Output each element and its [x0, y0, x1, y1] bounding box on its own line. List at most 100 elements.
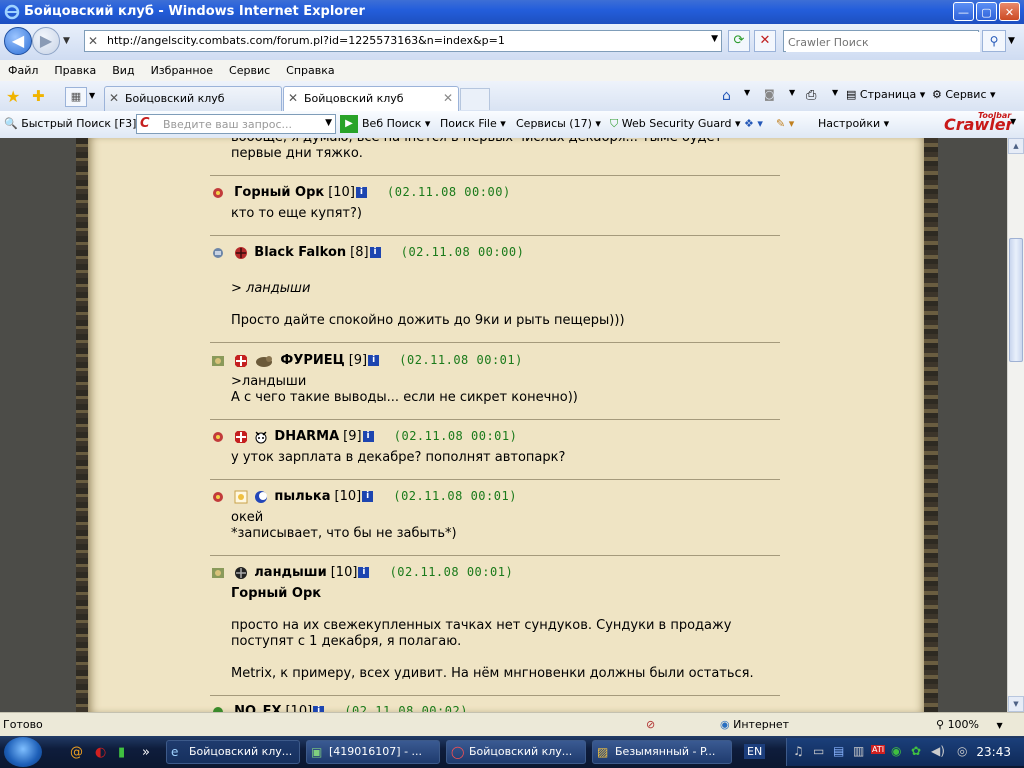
security-button[interactable]: ⛉ Web Security Guard ▾: [610, 117, 740, 131]
forward-button[interactable]: ▶: [32, 27, 60, 55]
clan-emblem-icon[interactable]: [210, 705, 226, 713]
volume-icon[interactable]: ◀): [931, 744, 945, 758]
tab-2[interactable]: ✕ Бойцовский клуб ✕: [283, 86, 459, 111]
feeds-icon[interactable]: ◙: [764, 88, 775, 101]
zoom-control[interactable]: ⚲ 100% ▼: [936, 718, 1003, 731]
maximize-button[interactable]: ▢: [976, 2, 997, 21]
author-nick[interactable]: пылька: [274, 489, 330, 504]
menu-view[interactable]: Вид: [104, 60, 142, 81]
web-search-button[interactable]: Веб Поиск ▾: [362, 117, 430, 130]
print-icon[interactable]: ⎙: [806, 88, 816, 103]
author-nick[interactable]: Горный Орк: [234, 185, 324, 200]
zoom-dropdown-icon[interactable]: ▼: [997, 721, 1003, 730]
quicklaunch-more-icon[interactable]: »: [142, 745, 150, 760]
tray-printer-icon[interactable]: ▥: [853, 744, 864, 758]
search-options-icon[interactable]: ▼: [1008, 36, 1015, 46]
tray-network-icon[interactable]: ▤: [833, 744, 844, 758]
home-icon[interactable]: ⌂: [722, 88, 731, 104]
crawler-query-box[interactable]: C Введите ваш запрос... ▼: [136, 114, 336, 134]
url-field[interactable]: ✕ http://angelscity.combats.com/forum.pl…: [84, 30, 722, 52]
clan-emblem-icon[interactable]: [210, 354, 226, 368]
info-icon[interactable]: i: [368, 355, 380, 366]
author-nick[interactable]: NO_FX: [234, 704, 281, 712]
favorites-star-icon[interactable]: ★: [6, 87, 20, 106]
tray-monitor-icon[interactable]: ▭: [813, 744, 824, 758]
clan-emblem-icon[interactable]: [210, 430, 226, 444]
search-input[interactable]: [786, 32, 980, 52]
pet-icon[interactable]: [254, 354, 274, 368]
popup-blocker-icon[interactable]: ⊘: [646, 718, 655, 731]
sun-icon[interactable]: [234, 490, 248, 504]
alignment-icon[interactable]: [234, 430, 248, 444]
info-icon[interactable]: i: [362, 431, 374, 442]
back-button[interactable]: ◀: [4, 27, 32, 55]
menu-tools[interactable]: Сервис: [221, 60, 278, 81]
info-icon[interactable]: i: [355, 187, 367, 198]
alignment-icon[interactable]: [234, 246, 248, 260]
settings-button[interactable]: Настройки ▾: [818, 117, 889, 130]
author-nick[interactable]: ФУРИЕЦ: [280, 353, 344, 368]
task-ie[interactable]: e Бойцовский клу...: [166, 740, 300, 764]
menu-favorites[interactable]: Избранное: [143, 60, 221, 81]
task-icq[interactable]: ▣ [419016107] - ...: [306, 740, 440, 764]
new-tab-button[interactable]: [460, 88, 490, 110]
demon-face-icon[interactable]: [254, 430, 268, 444]
stop-button[interactable]: ✕: [754, 30, 776, 52]
clan-emblem-icon[interactable]: [210, 490, 226, 504]
broom-icon[interactable]: ✎ ▾: [776, 117, 794, 130]
tab-1[interactable]: ✕ Бойцовский клуб: [104, 86, 282, 111]
play-icon[interactable]: ▶: [340, 115, 358, 133]
search-button[interactable]: ⚲: [982, 30, 1006, 52]
tools-menu[interactable]: ⚙ Сервис ▾: [932, 88, 996, 101]
search-box[interactable]: [783, 30, 980, 52]
url-dropdown-icon[interactable]: ▼: [711, 34, 718, 44]
quicklaunch-at-icon[interactable]: @: [70, 745, 83, 760]
author-nick[interactable]: Black Falkon: [254, 245, 346, 260]
author-nick[interactable]: DHARMA: [274, 429, 339, 444]
language-indicator[interactable]: EN: [744, 744, 766, 759]
scroll-thumb[interactable]: [1009, 238, 1023, 362]
security-zone[interactable]: ◉ Интернет: [720, 718, 789, 731]
info-icon[interactable]: i: [369, 247, 381, 258]
menu-edit[interactable]: Правка: [46, 60, 104, 81]
moon-icon[interactable]: [254, 490, 268, 504]
toolbar-dropdown-icon[interactable]: ▼: [1010, 117, 1016, 126]
tab-list-dropdown-icon[interactable]: ▼: [89, 91, 95, 100]
tray-wifi-icon[interactable]: ◎: [957, 744, 967, 758]
quick-search-button[interactable]: 🔍 Быстрый Поиск [F3]: [4, 117, 136, 130]
feeds-dropdown-icon[interactable]: ▼: [789, 88, 795, 97]
minimize-button[interactable]: —: [953, 2, 974, 21]
weather-icon[interactable]: ❖ ▾: [744, 117, 763, 130]
print-dropdown-icon[interactable]: ▼: [832, 88, 838, 97]
alignment-icon[interactable]: [234, 566, 248, 580]
quicklaunch-opera-icon[interactable]: ◐: [95, 745, 106, 760]
quicklaunch-app-icon[interactable]: ▮: [118, 745, 125, 760]
menu-help[interactable]: Справка: [278, 60, 342, 81]
close-button[interactable]: ✕: [999, 2, 1020, 21]
tray-ati-icon[interactable]: ATI: [871, 745, 886, 754]
clan-emblem-icon[interactable]: [210, 246, 226, 260]
info-icon[interactable]: i: [362, 491, 374, 502]
task-opera[interactable]: ◯ Бойцовский клу...: [446, 740, 586, 764]
clock[interactable]: 23:43: [976, 745, 1011, 759]
start-button[interactable]: [4, 737, 42, 767]
history-dropdown-icon[interactable]: ▼: [63, 36, 70, 46]
scroll-down-icon[interactable]: ▼: [1008, 696, 1024, 712]
tray-icq-icon[interactable]: ✿: [911, 744, 921, 758]
tray-skype-icon[interactable]: ◉: [891, 744, 901, 758]
refresh-button[interactable]: ⟳: [728, 30, 750, 52]
query-dropdown-icon[interactable]: ▼: [325, 118, 332, 128]
tab-close-icon[interactable]: ✕: [443, 91, 453, 105]
task-paint[interactable]: ▨ Безымянный - P...: [592, 740, 732, 764]
services-button[interactable]: Сервисы (17) ▾: [516, 117, 601, 130]
file-search-button[interactable]: Поиск File ▾: [440, 117, 506, 130]
alignment-icon[interactable]: [234, 354, 248, 368]
clan-emblem-icon[interactable]: [210, 186, 226, 200]
vertical-scrollbar[interactable]: ▲ ▼: [1007, 138, 1024, 712]
page-menu[interactable]: ▤ Страница ▾: [846, 88, 925, 101]
info-icon[interactable]: i: [358, 567, 370, 578]
menu-file[interactable]: Файл: [0, 60, 46, 81]
tray-headset-icon[interactable]: ♫: [793, 744, 804, 758]
add-favorite-icon[interactable]: ✚: [32, 87, 45, 105]
home-dropdown-icon[interactable]: ▼: [744, 88, 750, 97]
